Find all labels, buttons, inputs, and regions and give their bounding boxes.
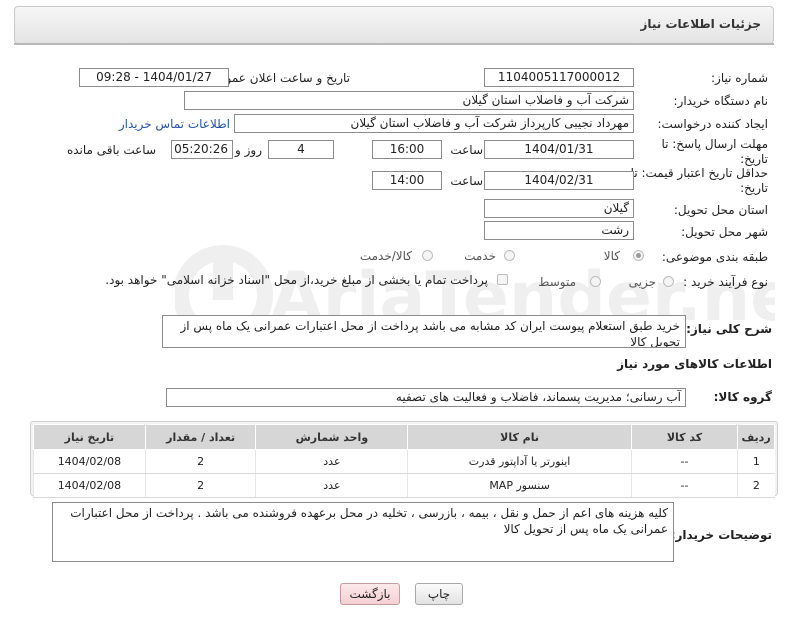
- delivery-city-field: رشت: [484, 221, 634, 240]
- cell-qty: 2: [144, 449, 256, 474]
- print-button[interactable]: چاپ: [415, 583, 463, 605]
- remaining-time-label: ساعت باقی مانده: [66, 143, 156, 157]
- buyer-contact-link[interactable]: اطلاعات تماس خریدار: [119, 117, 230, 131]
- cell-unit: عدد: [255, 473, 408, 498]
- col-name: نام کالا: [407, 424, 632, 450]
- process-type-label: نوع فرآیند خرید :: [683, 275, 768, 289]
- buyer-notes-field: کلیه هزینه های اعم از حمل و نقل ، بیمه ،…: [52, 502, 674, 562]
- remaining-time-field: 05:20:26: [171, 140, 233, 159]
- cell-date: 1404/02/08: [33, 449, 146, 474]
- delivery-province-field: گیلان: [484, 199, 634, 218]
- buyer-org-field: شرکت آب و فاضلاب استان گیلان: [184, 91, 634, 110]
- delivery-province-label: استان محل تحویل:: [673, 203, 768, 217]
- announce-datetime-field: 1404/01/27 - 09:28: [79, 68, 229, 87]
- col-qty: تعداد / مقدار: [144, 424, 257, 450]
- details-header-panel: جزئیات اطلاعات نیاز: [14, 6, 774, 44]
- cell-code: --: [630, 449, 738, 474]
- category-radio-goods[interactable]: [633, 250, 644, 261]
- price-validity-label: حداقل تاریخ اعتبار قیمت: تا تاریخ:: [630, 166, 768, 195]
- treasury-payment-checkbox[interactable]: [497, 274, 508, 285]
- description-field: خرید طبق استعلام پیوست ایران کد مشابه می…: [162, 315, 686, 348]
- header-divider: [14, 43, 774, 45]
- goods-table: ردیف کد کالا نام کالا واحد شمارش تعداد /…: [33, 424, 775, 498]
- category-option-service: خدمت: [464, 249, 496, 263]
- goods-section-title: اطلاعات کالاهای مورد نیاز: [617, 357, 772, 371]
- table-row: 2 -- سنسور MAP عدد 2 1404/02/08: [33, 473, 775, 498]
- reply-deadline-label: مهلت ارسال پاسخ: تا تاریخ:: [661, 137, 768, 166]
- need-number-label: شماره نیاز:: [711, 71, 768, 85]
- category-radio-service[interactable]: [504, 250, 515, 261]
- col-unit: واحد شمارش: [255, 424, 409, 450]
- reply-days-field: 4: [268, 140, 334, 159]
- need-number-field: 1104005117000012: [484, 68, 634, 87]
- price-validity-time-field: 14:00: [372, 171, 442, 190]
- delivery-city-label: شهر محل تحویل:: [681, 225, 768, 239]
- cell-qty: 2: [144, 473, 256, 498]
- price-validity-time-label: ساعت: [450, 174, 483, 188]
- goods-group-field: آب رسانی؛ مدیریت پسماند، فاضلاب و فعالیت…: [166, 388, 686, 407]
- reply-deadline-date-field: 1404/01/31: [484, 140, 634, 159]
- process-radio-medium[interactable]: [590, 276, 601, 287]
- description-label: شرح کلی نیاز:: [686, 322, 772, 336]
- goods-group-label: گروه کالا:: [713, 390, 772, 404]
- requester-field: مهرداد نجیبی کارپرداز شرکت آب و فاضلاب ا…: [234, 114, 634, 133]
- cell-name: اینورتر یا آداپتور قدرت: [407, 449, 632, 474]
- process-option-medium: متوسط: [538, 275, 576, 289]
- process-radio-minor[interactable]: [663, 276, 674, 287]
- table-row: 1 -- اینورتر یا آداپتور قدرت عدد 2 1404/…: [33, 449, 775, 474]
- reply-deadline-time-field: 16:00: [372, 140, 442, 159]
- reply-deadline-time-label: ساعت: [450, 143, 483, 157]
- cell-date: 1404/02/08: [33, 473, 146, 498]
- buyer-org-label: نام دستگاه خریدار:: [673, 94, 769, 108]
- back-button[interactable]: بازگشت: [340, 583, 400, 605]
- cell-row: 1: [737, 449, 775, 474]
- col-code: کد کالا: [630, 424, 739, 450]
- category-option-goods: کالا: [603, 249, 620, 263]
- category-label: طبقه بندی موضوعی:: [661, 250, 768, 264]
- col-row: ردیف: [737, 424, 775, 450]
- price-validity-date-field: 1404/02/31: [484, 171, 634, 190]
- col-date: تاریخ نیاز: [33, 424, 146, 450]
- process-option-minor: جزیی: [628, 275, 656, 289]
- buyer-notes-label: توضیحات خریدار:: [670, 528, 772, 542]
- category-radio-goods-service[interactable]: [422, 250, 433, 261]
- cell-unit: عدد: [255, 449, 408, 474]
- treasury-payment-note: پرداخت تمام یا بخشی از مبلغ خرید،از محل …: [105, 273, 488, 287]
- page-title: جزئیات اطلاعات نیاز: [640, 17, 761, 31]
- requester-label: ایجاد کننده درخواست:: [657, 117, 768, 131]
- reply-days-label: روز و: [235, 143, 262, 157]
- cell-code: --: [630, 473, 738, 498]
- cell-name: سنسور MAP: [407, 473, 632, 498]
- category-option-goods-service: کالا/خدمت: [359, 249, 412, 263]
- cell-row: 2: [737, 473, 775, 498]
